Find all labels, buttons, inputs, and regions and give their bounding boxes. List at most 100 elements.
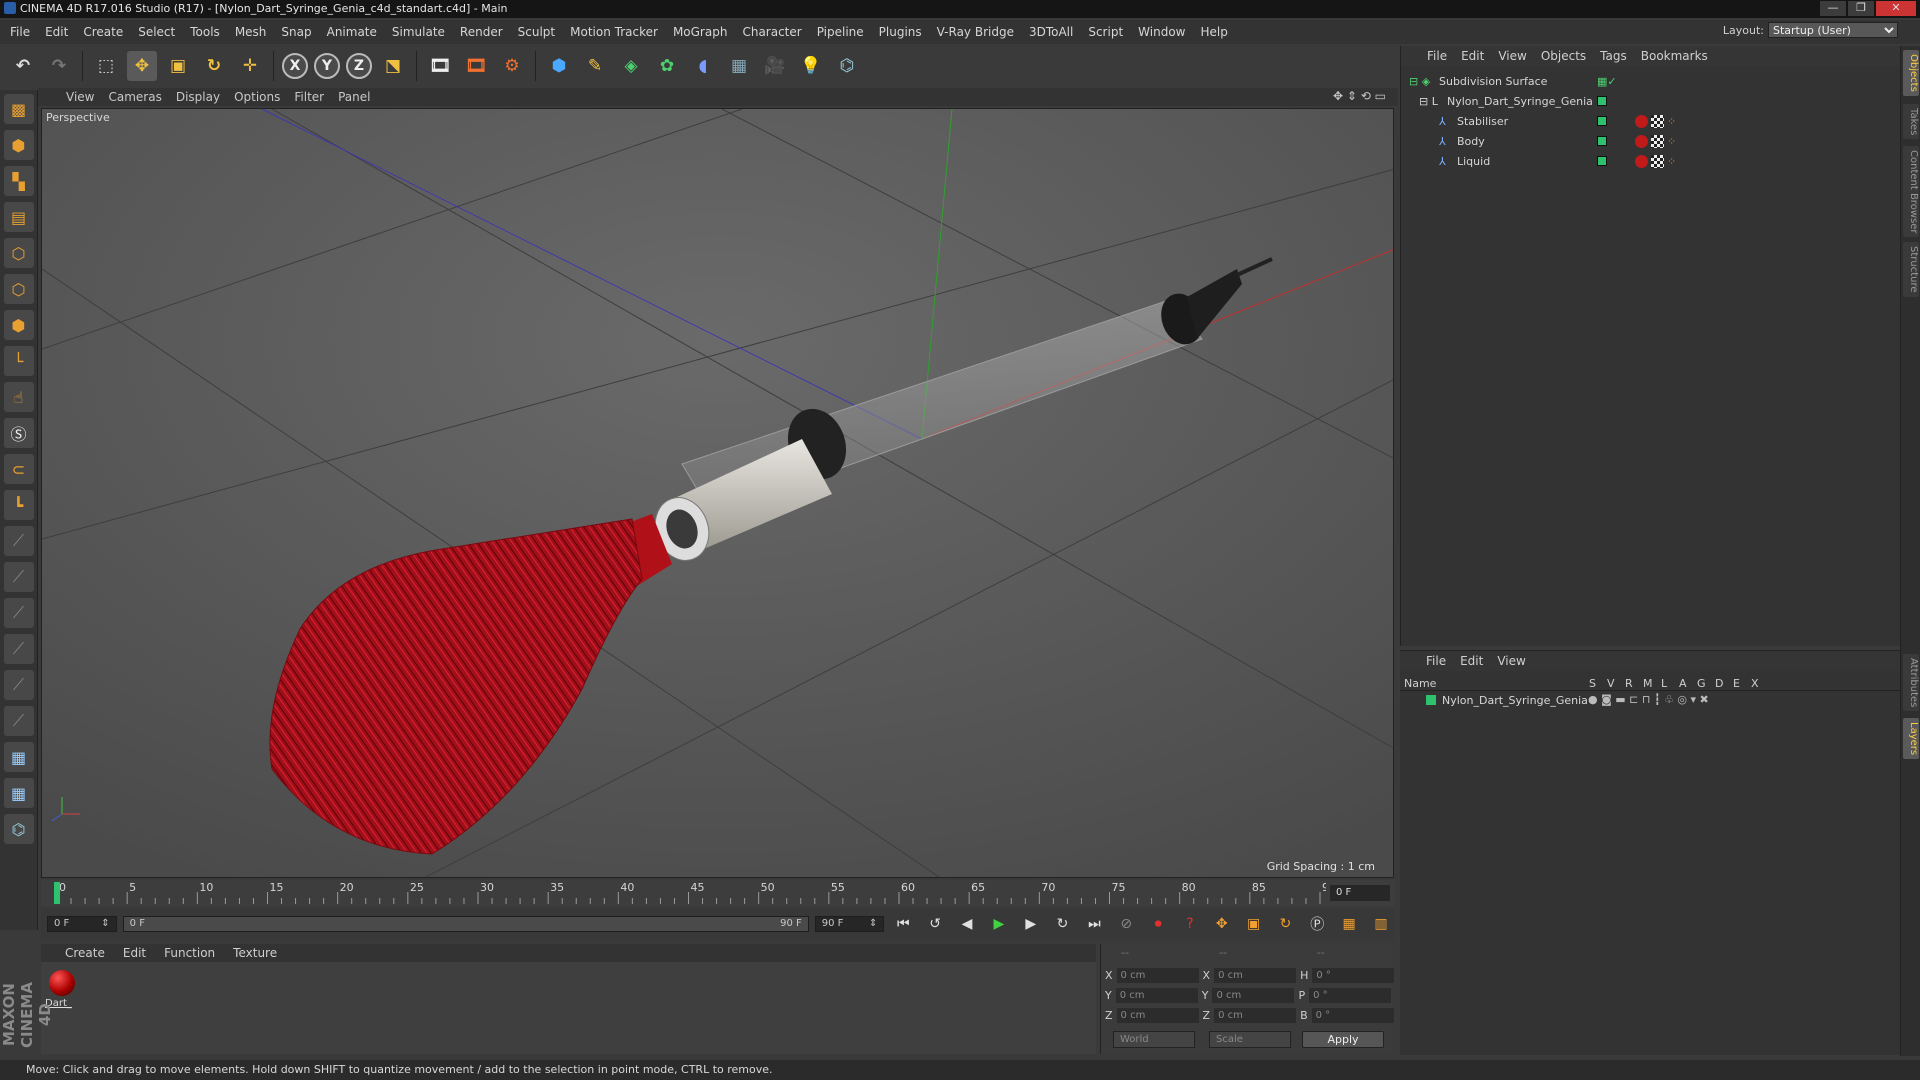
tab-takes[interactable]: Takes <box>1903 104 1919 140</box>
model-mode-icon[interactable]: ⬢ <box>3 130 34 160</box>
object-row-stabiliser[interactable]: ⅄ Stabiliser ⁘ <box>1401 112 1900 132</box>
tab-content-browser[interactable]: Content Browser <box>1903 146 1919 238</box>
python-script-icon[interactable]: ⌬ <box>3 814 34 844</box>
menu-edit[interactable]: Edit <box>45 25 68 39</box>
menu-vray-bridge[interactable]: V-Ray Bridge <box>937 25 1014 39</box>
play-icon[interactable]: ▶ <box>986 911 1012 937</box>
pos-z-field[interactable]: 0 cm <box>1116 1008 1199 1023</box>
camera-icon[interactable]: 🎥 <box>760 51 790 81</box>
om-menu-view[interactable]: View <box>1498 49 1526 63</box>
magnet-icon[interactable]: ⊂ <box>3 454 34 484</box>
material-menu-function[interactable]: Function <box>164 946 215 960</box>
menu-file[interactable]: File <box>10 25 30 39</box>
phong-tag-icon[interactable]: ⁘ <box>1667 155 1680 168</box>
maximize-button[interactable]: ❐ <box>1848 1 1874 16</box>
layer-color-swatch[interactable] <box>1426 695 1436 705</box>
layer-color-swatch[interactable] <box>1597 156 1607 166</box>
om-menu-edit[interactable]: Edit <box>1461 49 1484 63</box>
viewport-menu-view[interactable]: View <box>66 90 94 104</box>
sculpt-brush-5-icon[interactable]: ⟋ <box>3 670 34 700</box>
size-z-field[interactable]: 0 cm <box>1214 1008 1297 1023</box>
material-tag-icon[interactable] <box>1635 155 1648 168</box>
record-active-objects-icon[interactable]: ⏺ <box>1145 911 1171 937</box>
make-editable-icon[interactable]: ▩ <box>3 94 34 124</box>
layer-color-swatch[interactable] <box>1597 96 1607 106</box>
viewport-menu-options[interactable]: Options <box>234 90 280 104</box>
menu-plugins[interactable]: Plugins <box>879 25 922 39</box>
menu-create[interactable]: Create <box>83 25 123 39</box>
om-menu-objects[interactable]: Objects <box>1541 49 1586 63</box>
tab-layers[interactable]: Layers <box>1903 718 1919 760</box>
om-menu-bookmarks[interactable]: Bookmarks <box>1641 49 1708 63</box>
grid-snap-icon[interactable]: ▦ <box>3 778 34 808</box>
layer-row[interactable]: Nylon_Dart_Syringe_Genia ● ◙ ▬ ⊏ ⊓ ┇ ♧ ◎… <box>1400 693 1900 709</box>
layer-flag-icons[interactable]: ● ◙ ▬ ⊏ ⊓ ┇ ♧ ◎ ▾ ✖ <box>1588 693 1709 706</box>
key-scale-icon[interactable]: ▣ <box>1241 911 1267 937</box>
pos-y-field[interactable]: 0 cm <box>1115 988 1198 1003</box>
workplane-icon[interactable]: ▤ <box>3 202 34 232</box>
deformer-icon[interactable]: ◖ <box>688 51 718 81</box>
tab-objects[interactable]: Objects <box>1903 50 1919 96</box>
tab-attributes[interactable]: Attributes <box>1903 654 1919 712</box>
previous-key-icon[interactable]: ↺ <box>922 911 948 937</box>
go-to-end-icon[interactable]: ⏭ <box>1081 911 1107 937</box>
menu-select[interactable]: Select <box>138 25 175 39</box>
sculpt-brush-4-icon[interactable]: ⟋ <box>3 634 34 664</box>
render-picture-viewer-icon[interactable]: 🎞 <box>461 51 491 81</box>
phong-tag-icon[interactable]: ⁘ <box>1667 135 1680 148</box>
object-row-liquid[interactable]: ⅄ Liquid ⁘ <box>1401 152 1900 172</box>
current-frame-field[interactable]: 0 F <box>1330 885 1390 901</box>
rot-h-field[interactable]: 0 ° <box>1312 968 1395 983</box>
redo-icon[interactable]: ↷ <box>44 51 74 81</box>
polygons-mode-icon[interactable]: ⬢ <box>3 310 34 340</box>
key-position-icon[interactable]: ✥ <box>1209 911 1235 937</box>
menu-mograph[interactable]: MoGraph <box>673 25 728 39</box>
viewport-menu-cameras[interactable]: Cameras <box>108 90 161 104</box>
timeline-window-icon[interactable]: ▥ <box>1368 911 1394 937</box>
size-x-field[interactable]: 0 cm <box>1214 968 1297 983</box>
edges-mode-icon[interactable]: ⬡ <box>3 274 34 304</box>
axis-mode-icon[interactable]: └ <box>3 346 34 376</box>
layer-color-swatch[interactable] <box>1597 116 1607 126</box>
layer-name[interactable]: Nylon_Dart_Syringe_Genia <box>1442 694 1588 707</box>
z-axis-lock-icon[interactable]: Z <box>346 53 372 79</box>
live-selection-icon[interactable]: ⬚ <box>91 51 121 81</box>
next-frame-icon[interactable]: ▶ <box>1018 911 1044 937</box>
material-tag-icon[interactable] <box>1635 115 1648 128</box>
menu-simulate[interactable]: Simulate <box>392 25 445 39</box>
sculpt-brush-3-icon[interactable]: ⟋ <box>3 598 34 628</box>
snap-icon[interactable]: Ⓢ <box>3 418 34 448</box>
y-axis-lock-icon[interactable]: Y <box>314 53 340 79</box>
cube-primitive-icon[interactable]: ⬢ <box>544 51 574 81</box>
menu-sculpt[interactable]: Sculpt <box>518 25 555 39</box>
key-rotation-icon[interactable]: ↻ <box>1273 911 1299 937</box>
menu-tools[interactable]: Tools <box>190 25 220 39</box>
texture-tag-icon[interactable] <box>1651 155 1664 168</box>
sculpt-brush-2-icon[interactable]: ⟋ <box>3 562 34 592</box>
next-key-icon[interactable]: ↻ <box>1050 911 1076 937</box>
viewport-menu-panel[interactable]: Panel <box>338 90 370 104</box>
x-axis-lock-icon[interactable]: X <box>282 53 308 79</box>
menu-render[interactable]: Render <box>460 25 503 39</box>
render-view-icon[interactable]: 🎞 <box>425 51 455 81</box>
viewport-navigation-icons[interactable]: ✥ ⇕ ⟲ ▭ <box>1333 89 1386 103</box>
render-settings-icon[interactable]: ⚙ <box>497 51 527 81</box>
workplane-axis-icon[interactable]: ┗ <box>3 490 34 520</box>
menu-snap[interactable]: Snap <box>281 25 311 39</box>
texture-tag-icon[interactable] <box>1651 135 1664 148</box>
python-icon[interactable]: ⌬ <box>832 51 862 81</box>
sculpt-brush-1-icon[interactable]: ⟋ <box>3 526 34 556</box>
menu-pipeline[interactable]: Pipeline <box>817 25 864 39</box>
size-y-field[interactable]: 0 cm <box>1212 988 1295 1003</box>
subdivision-surface-icon[interactable]: ◈ <box>616 51 646 81</box>
lm-menu-edit[interactable]: Edit <box>1460 654 1483 668</box>
keyframe-selection-icon[interactable]: ⊘ <box>1113 911 1139 937</box>
floor-icon[interactable]: ▦ <box>724 51 754 81</box>
tweak-mode-icon[interactable]: ☝ <box>3 382 34 412</box>
texture-mode-icon[interactable]: ▚ <box>3 166 34 196</box>
menu-character[interactable]: Character <box>742 25 801 39</box>
cloner-icon[interactable]: ✿ <box>652 51 682 81</box>
material-menu-create[interactable]: Create <box>65 946 105 960</box>
recent-tools-icon[interactable]: ✛ <box>235 51 265 81</box>
key-parameter-icon[interactable]: Ⓟ <box>1304 911 1330 937</box>
